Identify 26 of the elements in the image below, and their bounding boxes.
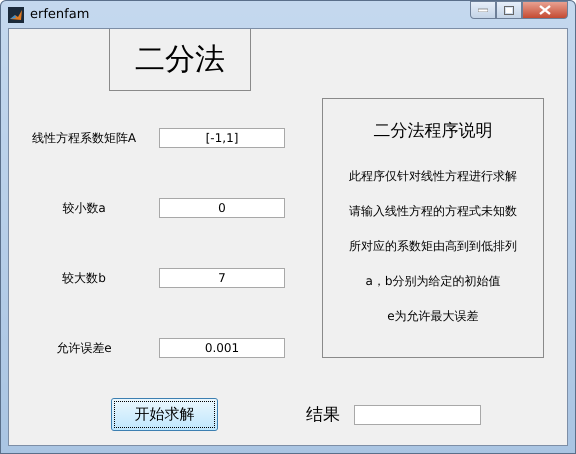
info-text: a，b分别为给定的初始值 [366,273,500,290]
window-title: erfenfam [30,7,90,22]
minimize-icon [478,8,488,12]
info-text: 此程序仅针对线性方程进行求解 [349,168,517,185]
input-field[interactable]: [-1,1] [159,128,285,148]
heading: 二分法 [109,29,251,91]
field-label: 允许误差e [55,340,113,356]
field-label: 线性方程系数矩阵A [30,130,138,146]
maximize-icon [504,6,514,14]
result-label: 结果 [306,404,340,426]
solve-button[interactable]: 开始求解 [111,398,218,431]
close-icon [539,5,551,15]
input-field[interactable]: 7 [159,268,285,288]
result-field[interactable] [354,404,481,424]
minimize-button[interactable] [470,1,496,19]
field-label: 较大数b [61,270,107,286]
panel-title: 二分法程序说明 [374,120,492,142]
maximize-button[interactable] [496,1,522,19]
app-icon [8,6,24,22]
info-text: 所对应的系数矩由高到到低排列 [349,238,517,255]
input-field[interactable]: 0.001 [159,338,285,358]
info-text: 请输入线性方程的方程式未知数 [349,203,517,220]
field-label: 较小数a [61,200,107,216]
info-text: e为允许最大误差 [387,308,479,325]
input-field[interactable]: 0 [159,198,285,218]
close-button[interactable] [522,1,568,19]
